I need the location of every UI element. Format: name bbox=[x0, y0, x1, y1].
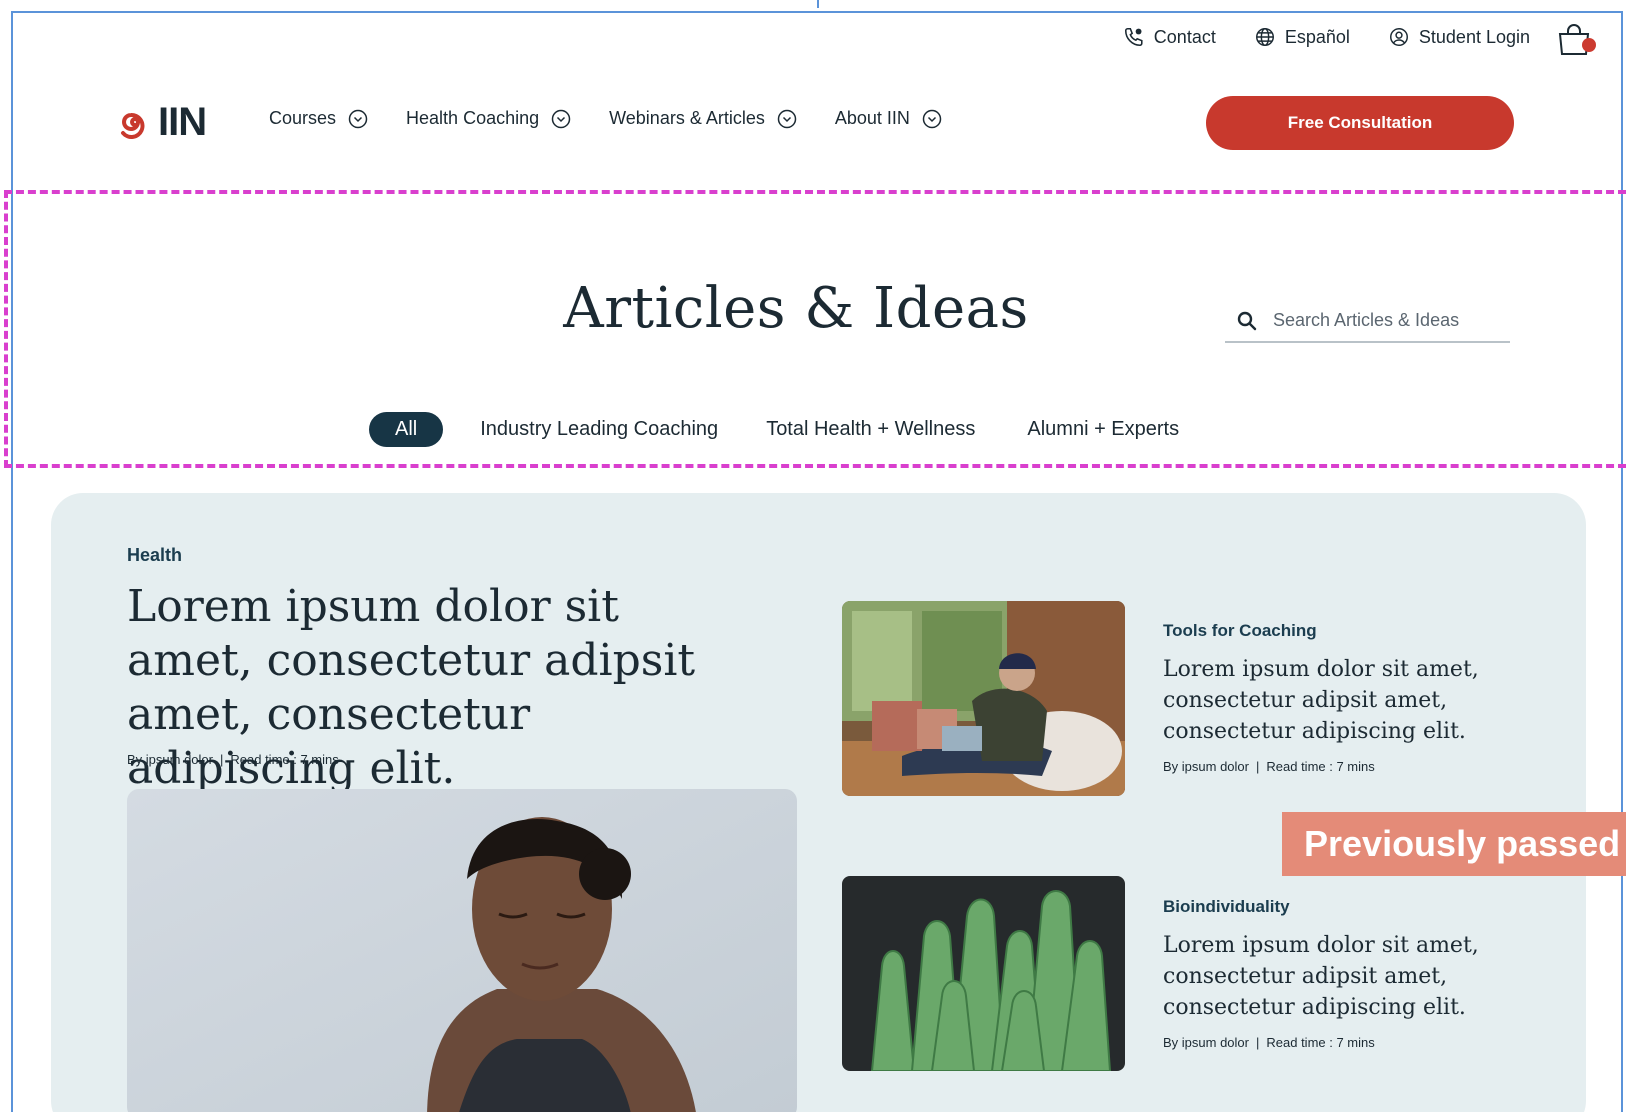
author: By ipsum dolor bbox=[1163, 759, 1249, 774]
read-time: Read time : 7 mins bbox=[1266, 759, 1375, 774]
search-icon[interactable] bbox=[1235, 309, 1259, 333]
language-link[interactable]: Español bbox=[1254, 26, 1350, 48]
author: By ipsum dolor bbox=[1163, 1035, 1249, 1050]
read-time: Read time : 7 mins bbox=[230, 752, 339, 767]
article-title[interactable]: Lorem ipsum dolor sit amet, consectetur … bbox=[1163, 930, 1503, 1023]
category-filters: All Industry Leading Coaching Total Heal… bbox=[369, 412, 1179, 447]
filter-all[interactable]: All bbox=[369, 412, 444, 447]
woman-portrait-image bbox=[127, 789, 797, 1112]
byline-separator: | bbox=[219, 752, 224, 767]
student-login-link[interactable]: Student Login bbox=[1388, 26, 1530, 48]
cart-button[interactable] bbox=[1556, 24, 1596, 58]
filter-alumni-experts[interactable]: Alumni + Experts bbox=[1027, 418, 1179, 441]
phone-icon bbox=[1124, 27, 1143, 47]
free-consultation-button[interactable]: Free Consultation bbox=[1206, 96, 1514, 150]
previously-passed-badge: Previously passed bbox=[1282, 812, 1626, 876]
nav-item-webinars-articles[interactable]: Webinars & Articles bbox=[609, 108, 797, 129]
article-byline: By ipsum dolor | Read time : 7 mins bbox=[1163, 1035, 1375, 1050]
spiral-logo-icon bbox=[121, 112, 145, 139]
article-title[interactable]: Lorem ipsum dolor sit amet, consectetur … bbox=[1163, 654, 1503, 747]
filter-industry-leading-coaching[interactable]: Industry Leading Coaching bbox=[480, 418, 718, 441]
contact-link[interactable]: Contact bbox=[1123, 26, 1216, 48]
asparagus-image bbox=[842, 876, 1125, 1071]
globe-icon bbox=[1255, 28, 1274, 46]
featured-image[interactable] bbox=[127, 789, 797, 1112]
nav-label: Webinars & Articles bbox=[609, 108, 765, 128]
utility-bar: Contact Español Student Login bbox=[1123, 26, 1530, 48]
read-time: Read time : 7 mins bbox=[1266, 1035, 1375, 1050]
search-input[interactable] bbox=[1273, 310, 1503, 331]
filter-total-health-wellness[interactable]: Total Health + Wellness bbox=[766, 418, 975, 441]
featured-byline: By ipsum dolor | Read time : 7 mins bbox=[127, 752, 339, 767]
article-thumbnail-bioindividuality[interactable] bbox=[842, 876, 1125, 1071]
chevron-down-icon bbox=[777, 109, 797, 128]
article-category[interactable]: Tools for Coaching bbox=[1163, 621, 1317, 641]
article-category[interactable]: Bioindividuality bbox=[1163, 897, 1290, 917]
user-circle-icon bbox=[1389, 28, 1408, 46]
language-label: Español bbox=[1284, 26, 1350, 47]
author: By ipsum dolor bbox=[127, 752, 213, 767]
byline-separator: | bbox=[1255, 1035, 1260, 1050]
nav-label: About IIN bbox=[834, 108, 910, 128]
iin-logo[interactable]: IIN bbox=[118, 100, 207, 144]
featured-category[interactable]: Health bbox=[127, 545, 182, 566]
nav-item-courses[interactable]: Courses bbox=[269, 108, 368, 129]
cart-notification-dot bbox=[1582, 38, 1596, 52]
logo-text: IIN bbox=[158, 100, 207, 144]
main-nav: Courses Health Coaching Webinars & Artic… bbox=[269, 108, 942, 129]
chevron-down-icon bbox=[551, 109, 571, 128]
contact-label: Contact bbox=[1153, 26, 1216, 47]
article-thumbnail-coaching[interactable] bbox=[842, 601, 1125, 796]
person-with-laptop-image bbox=[842, 601, 1125, 796]
nav-item-health-coaching[interactable]: Health Coaching bbox=[406, 108, 571, 129]
chevron-down-icon bbox=[348, 109, 368, 128]
student-login-label: Student Login bbox=[1418, 26, 1530, 47]
frame-marker bbox=[817, 0, 819, 8]
nav-item-about-iin[interactable]: About IIN bbox=[835, 108, 942, 129]
chevron-down-icon bbox=[922, 109, 942, 128]
article-byline: By ipsum dolor | Read time : 7 mins bbox=[1163, 759, 1375, 774]
nav-label: Courses bbox=[269, 108, 337, 128]
byline-separator: | bbox=[1255, 759, 1260, 774]
nav-label: Health Coaching bbox=[406, 108, 540, 128]
article-search bbox=[1225, 300, 1510, 343]
